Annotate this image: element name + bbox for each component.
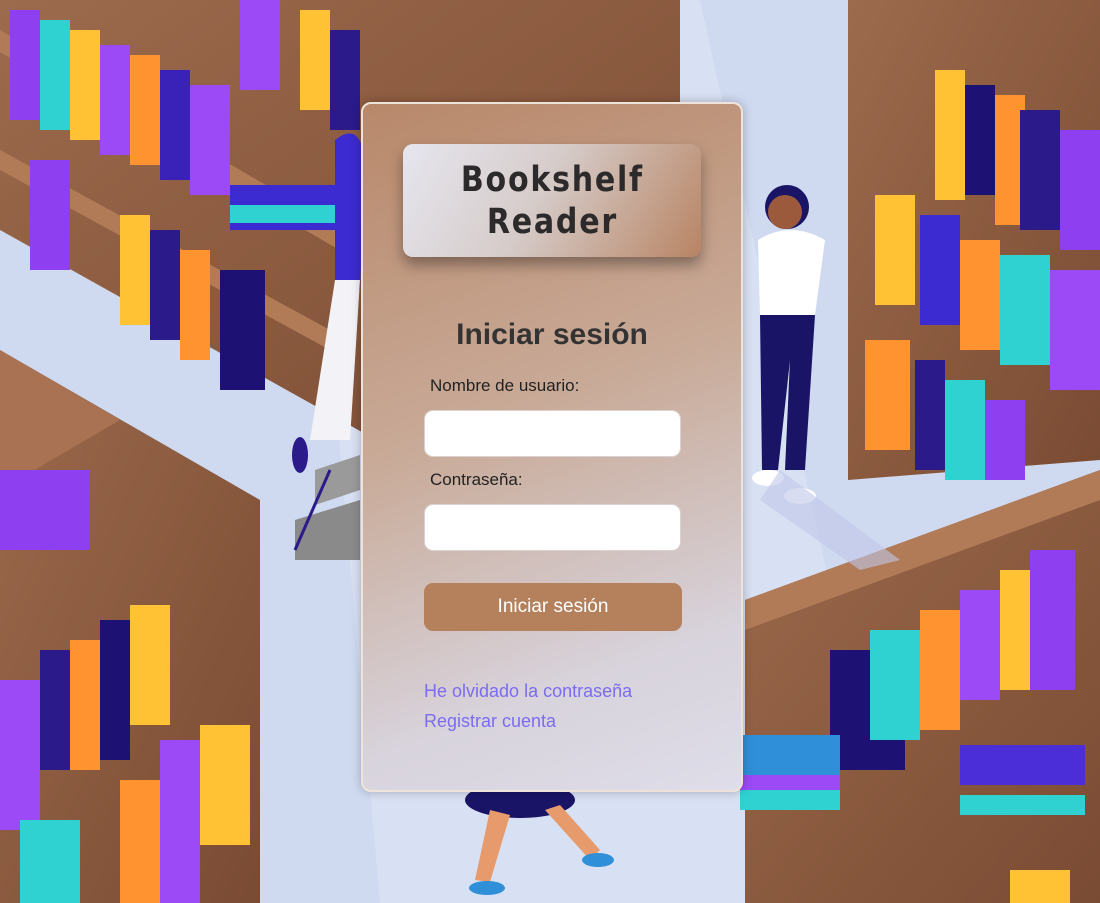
login-card: Bookshelf Reader Iniciar sesión Nombre d… <box>361 102 743 792</box>
login-submit-button[interactable]: Iniciar sesión <box>424 583 682 631</box>
app-logo: Bookshelf Reader <box>403 144 701 257</box>
login-title: Iniciar sesión <box>456 318 648 351</box>
register-account-link[interactable]: Registrar cuenta <box>424 711 556 732</box>
forgot-password-link[interactable]: He olvidado la contraseña <box>424 681 632 702</box>
username-input[interactable] <box>424 410 681 457</box>
password-label: Contraseña: <box>430 470 523 489</box>
password-input[interactable] <box>424 504 681 551</box>
bookshelf-top-right <box>848 0 1100 480</box>
username-label: Nombre de usuario: <box>430 376 580 395</box>
app-logo-text: Bookshelf Reader <box>460 159 644 242</box>
